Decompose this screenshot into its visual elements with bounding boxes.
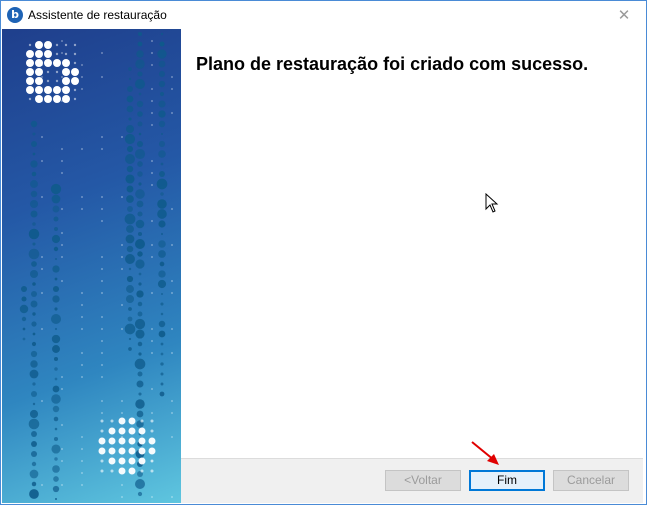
- title-bar: b Assistente de restauração ✕: [1, 1, 646, 29]
- mouse-cursor-icon: [485, 193, 499, 213]
- cancel-button[interactable]: Cancelar: [553, 470, 629, 491]
- finish-button[interactable]: Fim: [469, 470, 545, 491]
- page-heading: Plano de restauração foi criado com suce…: [196, 54, 589, 74]
- back-button[interactable]: <Voltar: [385, 470, 461, 491]
- wizard-side-banner: [2, 29, 181, 503]
- window-title: Assistente de restauração: [28, 8, 167, 22]
- app-logo-icon: b: [7, 7, 23, 23]
- close-button[interactable]: ✕: [604, 1, 644, 29]
- dot-pattern-graphic: [19, 31, 173, 501]
- red-arrow-annotation-icon: [471, 441, 499, 465]
